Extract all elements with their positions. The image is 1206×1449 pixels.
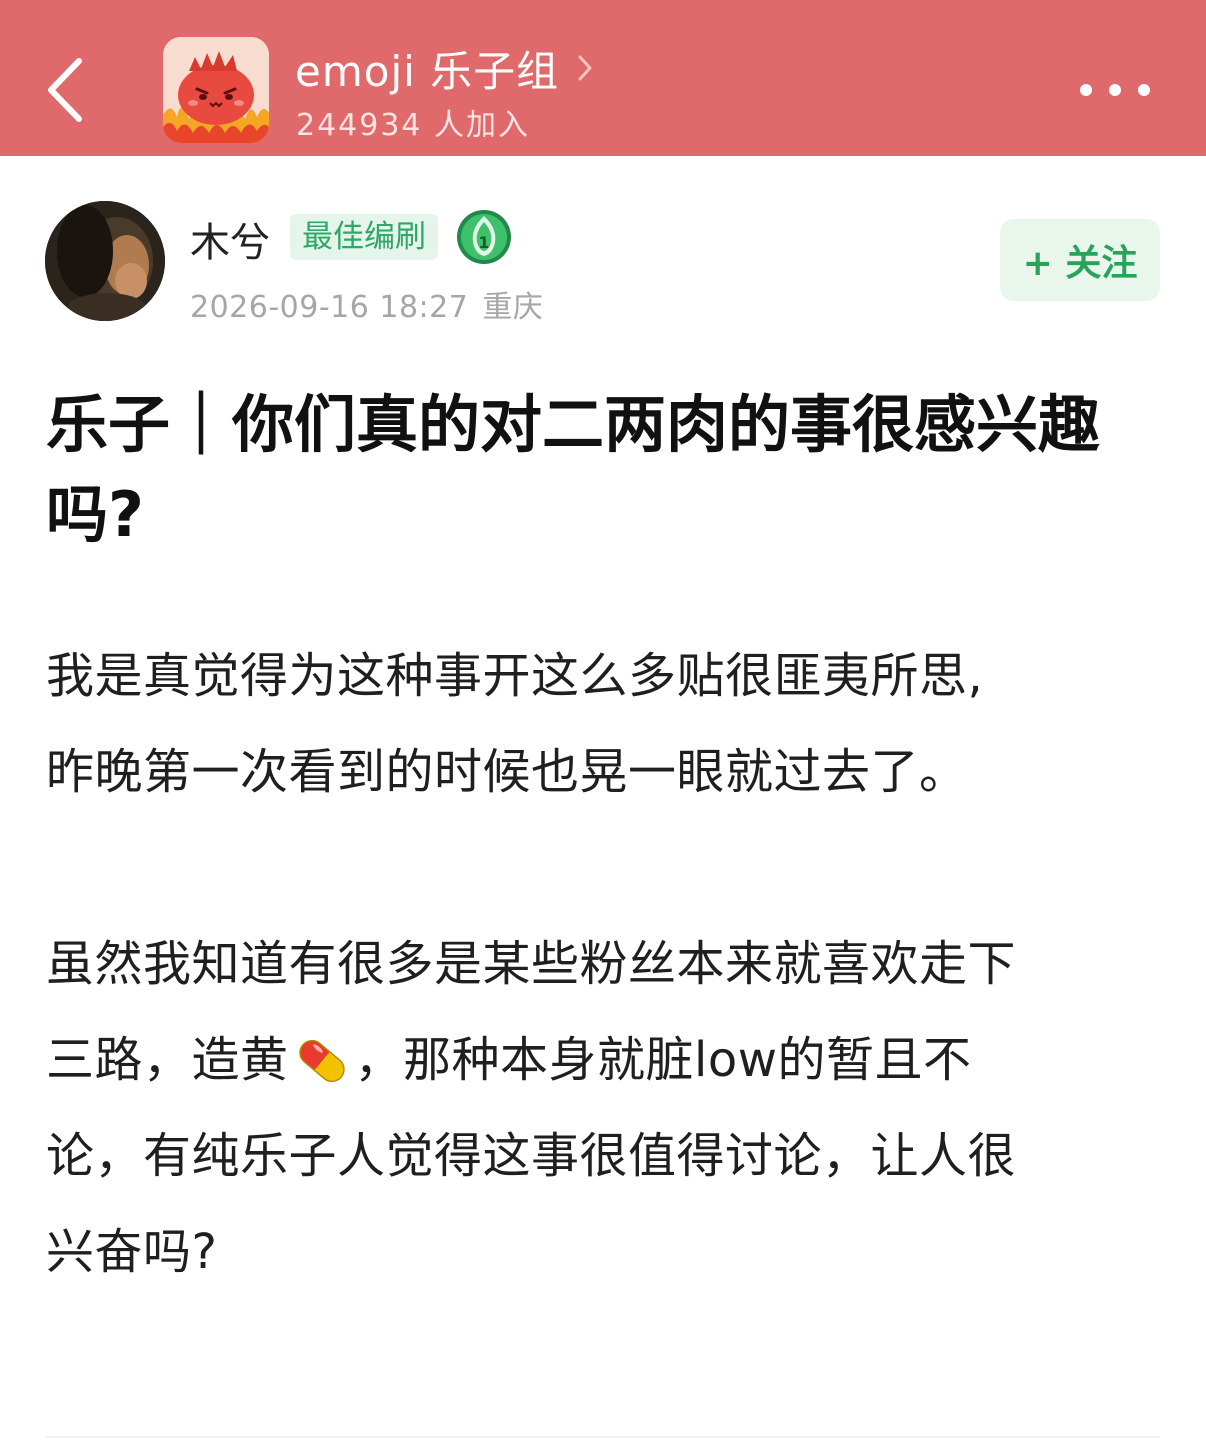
follow-button[interactable]: + 关注 — [1000, 219, 1160, 301]
post-body: 我是真觉得为这种事开这么多贴很匪夷所思, 昨晚第一次看到的时候也晃一眼就过去了。… — [46, 628, 1166, 1300]
chevron-right-icon — [577, 54, 593, 82]
author-badge: 最佳编刷 — [290, 214, 438, 260]
more-dots-icon — [1138, 84, 1150, 96]
more-dots-icon — [1109, 84, 1121, 96]
post-paragraph-line: 昨晚第一次看到的时候也晃一眼就过去了。 — [46, 744, 968, 800]
post-paragraph-line: 三路，造黄 ，那种本身就脏low的暂且不 — [46, 1012, 1166, 1108]
level-badge-icon: 1 — [455, 208, 513, 266]
divider — [46, 1436, 1160, 1438]
more-button[interactable] — [1080, 76, 1150, 104]
group-avatar[interactable] — [163, 37, 269, 143]
group-name: emoji 乐子组 — [295, 46, 560, 96]
post-location: 重庆 — [482, 290, 544, 325]
post-text-segment: 三路，造黄 — [46, 1032, 289, 1088]
group-member-count: 244934 人加入 — [296, 108, 531, 143]
post-text-segment: ，那种本身就脏low的暂且不 — [354, 1032, 972, 1088]
author-name[interactable]: 木兮 — [190, 210, 270, 268]
more-dots-icon — [1080, 84, 1092, 96]
post-paragraph-line: 虽然我知道有很多是某些粉丝本来就喜欢走下 — [46, 936, 1017, 992]
post-meta: 2026-09-16 18:27 重庆 — [190, 282, 543, 326]
post-paragraph-line: 论，有纯乐子人觉得这事很值得讨论，让人很 — [46, 1128, 1017, 1184]
top-bar: emoji 乐子组 244934 人加入 — [0, 0, 1206, 156]
monster-avatar-icon — [163, 37, 269, 143]
author-avatar[interactable] — [45, 201, 165, 321]
post-title: 乐子｜你们真的对二两肉的事很感兴趣吗? — [46, 388, 1101, 551]
back-button[interactable] — [30, 50, 100, 130]
post-paragraph-line: 我是真觉得为这种事开这么多贴很匪夷所思, — [46, 648, 984, 704]
avatar-photo-icon — [45, 201, 165, 321]
group-name-link[interactable]: emoji 乐子组 — [295, 40, 593, 96]
post-paragraph-line: 兴奋吗? — [46, 1224, 218, 1280]
back-arrow-icon — [48, 58, 82, 122]
level-number: 1 — [478, 233, 489, 252]
post-timestamp: 2026-09-16 18:27 — [190, 290, 469, 325]
pill-emoji-icon — [291, 1028, 353, 1090]
